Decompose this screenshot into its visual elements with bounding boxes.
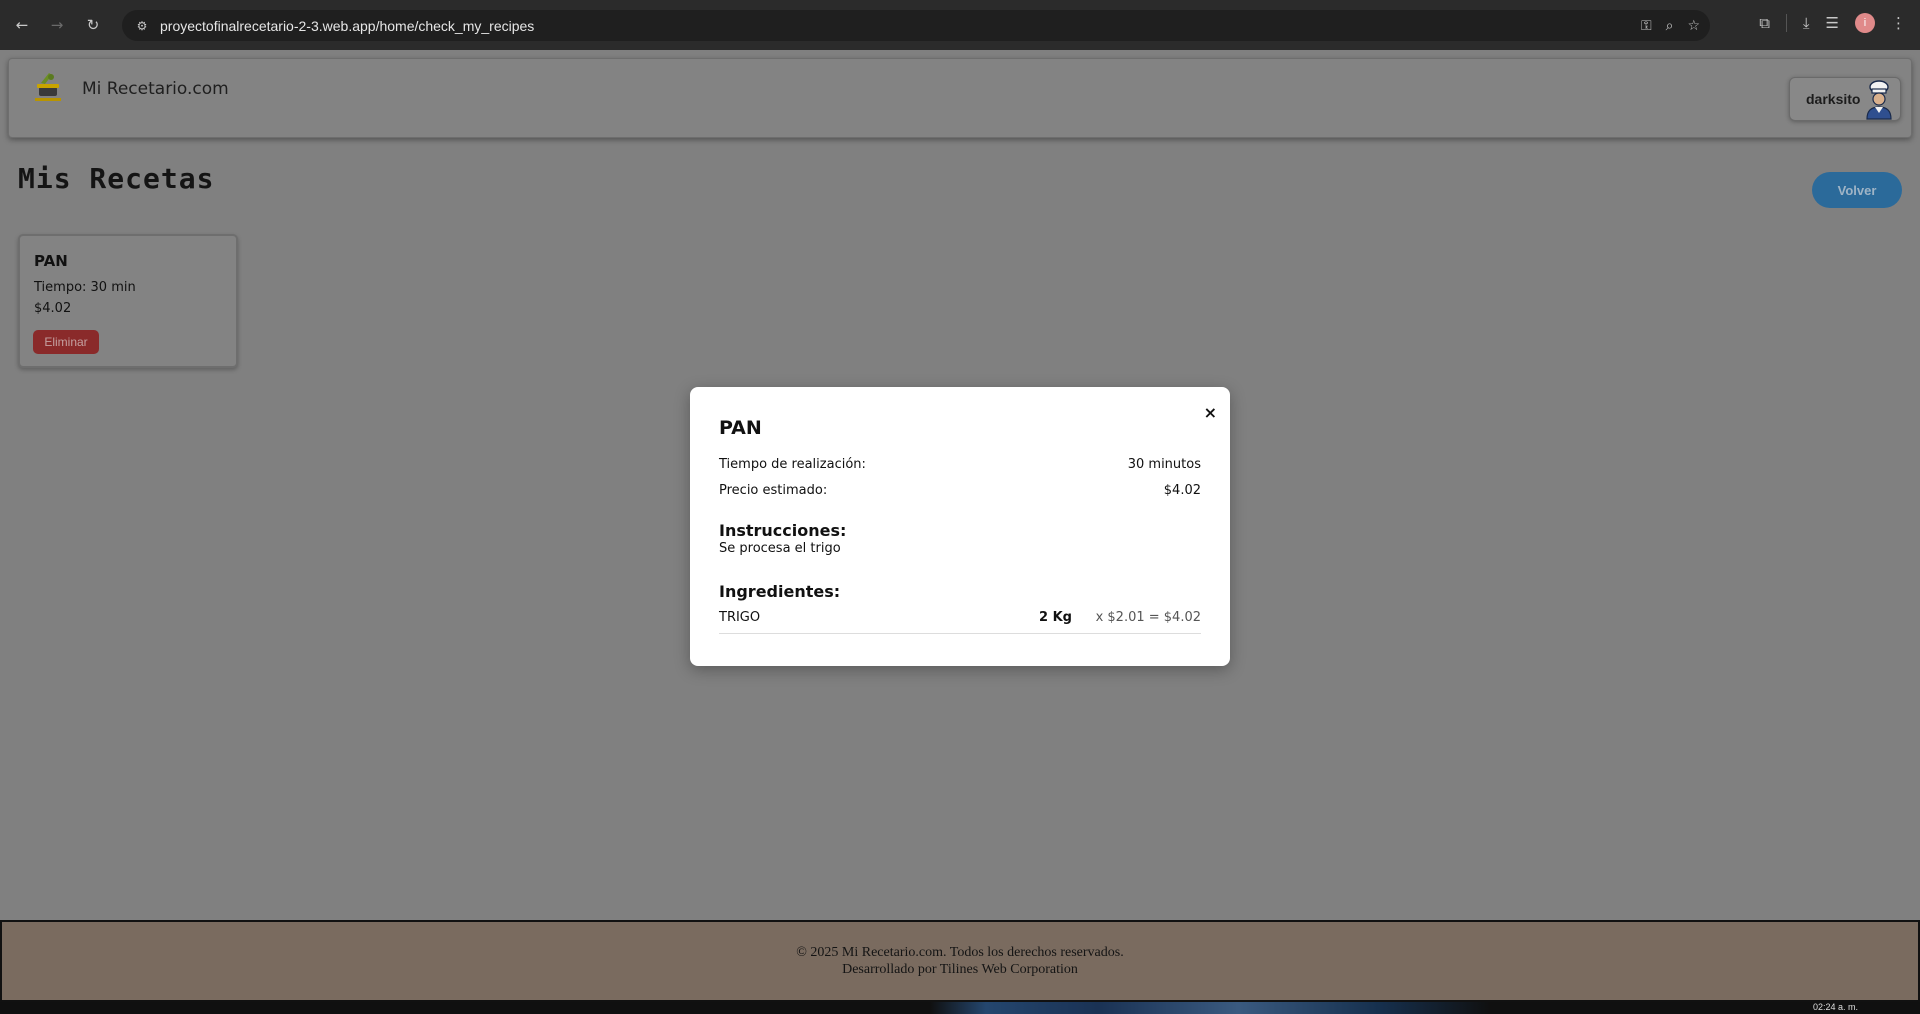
recipe-card-price: $4.02 [34,301,72,316]
username-label: darksito [1806,91,1861,107]
media-control-icon[interactable]: ☰ [1826,14,1839,32]
time-value: 30 minutos [1127,457,1201,472]
user-profile-button[interactable]: darksito [1789,77,1901,121]
taskbar-clock[interactable]: 02:24 a. m. [1813,1002,1858,1012]
recipe-card-time: Tiempo: 30 min [34,280,136,295]
instructions-text: Se procesa el trigo [719,541,841,556]
ingredient-cost: x $2.01 = $4.02 [1095,610,1201,625]
address-bar[interactable]: ⚙ proyectofinalrecetario-2-3.web.app/hom… [122,10,1710,41]
back-arrow-icon[interactable]: ← [10,13,34,37]
url-text[interactable]: proyectofinalrecetario-2-3.web.app/home/… [160,18,534,34]
os-taskbar: 02:24 a. m. [0,1002,1920,1014]
browser-toolbar: ← → ↻ ⚙ proyectofinalrecetario-2-3.web.a… [0,0,1920,50]
page-title: Mis Recetas [18,162,215,195]
site-footer: © 2025 Mi Recetario.com. Todos los derec… [0,920,1920,1002]
menu-dots-icon[interactable]: ⋮ [1891,14,1906,32]
profile-avatar-icon[interactable]: i [1855,13,1875,33]
forward-arrow-icon[interactable]: → [45,13,69,37]
password-key-icon[interactable]: ⚿ [1641,18,1652,34]
modal-recipe-title: PAN [719,417,762,439]
reload-icon[interactable]: ↻ [81,13,105,37]
app-header: Mi Recetario.com darksito [8,58,1912,138]
recipe-detail-modal: × PAN Tiempo de realización: 30 minutos … [690,387,1230,666]
time-label: Tiempo de realización: [719,457,866,472]
app-title[interactable]: Mi Recetario.com [82,79,229,99]
delete-recipe-button[interactable]: Eliminar [33,330,99,354]
ingredient-name: TRIGO [719,610,761,625]
price-row: Precio estimado: $4.02 [719,483,1201,498]
price-value: $4.02 [1163,483,1201,498]
time-row: Tiempo de realización: 30 minutos [719,457,1201,472]
cooking-pot-logo-icon[interactable] [25,71,67,107]
ingredient-row: TRIGO 2 Kg x $2.01 = $4.02 [719,610,1201,634]
close-icon[interactable]: × [1204,403,1217,422]
back-button[interactable]: Volver [1812,172,1902,208]
instructions-heading: Instrucciones: [719,521,847,540]
extensions-icon[interactable]: ⧉ [1759,14,1770,32]
ingredient-quantity: 2 Kg [1039,610,1072,625]
footer-credit: Desarrollado por Tilines Web Corporation [842,962,1078,977]
zoom-icon[interactable]: ⌕ [1666,18,1674,34]
recipe-card[interactable]: PAN Tiempo: 30 min $4.02 Eliminar [18,234,238,368]
recipe-card-title: PAN [34,252,68,270]
taskbar-app-icons[interactable] [930,1002,1490,1014]
bookmark-star-icon[interactable]: ☆ [1687,18,1700,34]
toolbar-divider [1785,14,1787,32]
price-label: Precio estimado: [719,483,828,498]
site-info-icon[interactable]: ⚙ [128,19,156,33]
download-icon[interactable]: ⤓ [1803,14,1810,32]
footer-copyright: © 2025 Mi Recetario.com. Todos los derec… [796,945,1124,960]
ingredients-heading: Ingredientes: [719,582,841,601]
chef-avatar-icon [1866,80,1892,120]
